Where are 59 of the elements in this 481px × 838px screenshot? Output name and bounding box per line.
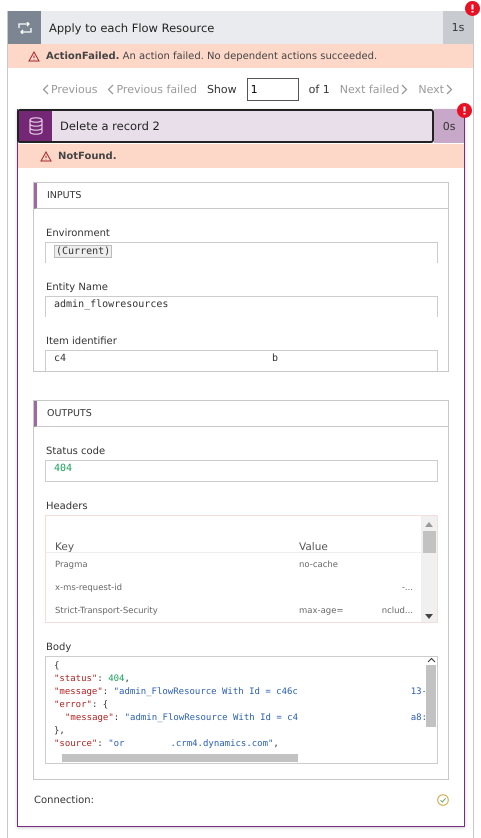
code-line: { [54,660,60,673]
table-cell-text: x-ms-request-id [55,582,124,593]
chevron-left-icon [107,84,114,95]
iteration-input[interactable]: 1 [246,78,299,101]
scrollbar[interactable] [421,516,437,622]
code-line: "status": 404, [54,673,131,686]
connection-label: Connection: [34,794,94,806]
table-cell-text: Pragma [55,560,89,570]
status-code-field: 404 [45,460,438,482]
error-message: ActionFailed. An action failed. No dependent actions succeeded. [46,50,378,62]
duration-label: 1s [443,11,473,44]
chevron-left-icon [42,84,49,95]
scrollbar-thumb[interactable] [62,754,298,762]
duration-label: 0s [434,109,464,143]
chevron-right-icon [446,84,453,95]
code-line: "source": "or .crm4.dynamics.com", [54,738,280,751]
field-label: Status code [46,446,106,457]
table-cell-text: no-cache [299,560,339,570]
input-field: c4 b [45,350,438,371]
field-label: Headers [46,501,89,512]
show-label: Show [206,83,237,96]
scroll-up-icon[interactable] [426,657,436,663]
action-title: Apply to each Flow Resource [48,20,216,34]
table-cell-text: -... [400,582,414,593]
loop-action-header[interactable]: Apply to each Flow Resource 1s [8,11,473,44]
previous-failed-link[interactable]: Previous failed [107,83,197,96]
column-header: Value [299,540,329,552]
error-badge-icon [465,1,480,16]
previous-link[interactable]: Previous [42,83,98,96]
loop-icon [16,22,32,34]
section-heading: OUTPUTS [47,408,92,419]
error-message: NotFound. [58,150,117,162]
column-header: Key [55,540,76,552]
field-label: Item identifier [46,336,118,347]
scrollbar-thumb[interactable] [426,665,436,727]
field-label: Entity Name [46,282,109,293]
page-count-label: of 1 [308,83,330,96]
scroll-down-icon[interactable] [425,614,433,619]
code-line: }, [54,725,66,738]
next-link[interactable]: Next [418,83,453,96]
warning-icon [28,50,40,62]
error-badge-icon [457,103,472,118]
next-failed-link[interactable]: Next failed [340,83,408,96]
table-cell-text: max-age= nclud... [299,606,414,616]
code-line: "message": "admin_FlowResource With Id = c46c 13- [54,686,427,699]
table-cell-text: Strict-Transport-Security [55,606,159,616]
field-label: Environment [46,228,111,239]
code-line: "message": "admin_FlowResource With Id = c4 a8: [64,712,427,725]
input-field: admin_flowresources [45,296,438,317]
warning-icon [40,150,52,162]
action-header[interactable]: Delete a record 2 [17,109,434,143]
action-title: Delete a record 2 [59,119,161,133]
scrollbar-thumb[interactable] [422,531,436,553]
database-icon [28,117,42,135]
chevron-right-icon [401,84,408,95]
input-field: (Current) [45,242,438,263]
section-heading: INPUTS [47,190,82,201]
code-line: "error": { [54,699,110,712]
field-label: Body [46,642,72,653]
